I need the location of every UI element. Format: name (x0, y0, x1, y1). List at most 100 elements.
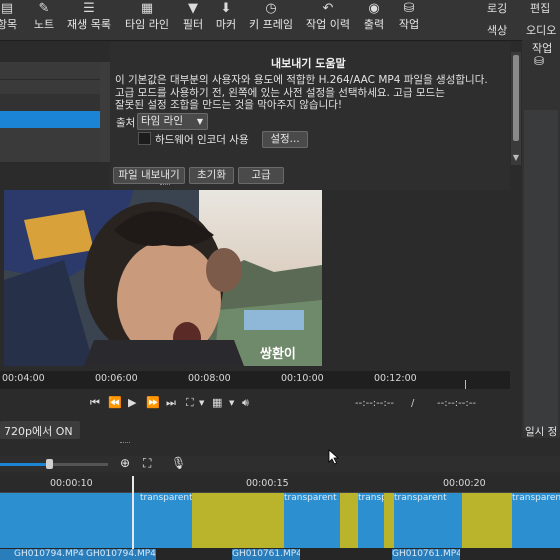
timecode-separator: / (411, 398, 415, 409)
timecode-in[interactable]: --:--:--:-- (355, 398, 394, 409)
keyframe-icon: ◷ (265, 1, 277, 16)
export-help-heading: 내보내기 도움말 (271, 57, 346, 70)
timeline-clip[interactable]: transparent (394, 493, 462, 548)
timeline-clip[interactable] (340, 493, 358, 548)
splitter-handle[interactable] (160, 184, 170, 187)
jobs-panel-preview (524, 110, 558, 430)
ruler-tick-label: 00:04:00 (2, 373, 45, 384)
reset-button[interactable]: 초기화 (189, 167, 234, 184)
mouse-cursor-icon (328, 449, 340, 465)
timeline-clip[interactable]: transparent (512, 493, 560, 548)
layout-logging-tab[interactable]: 로깅 (487, 0, 507, 16)
export-icon: ◉ (368, 1, 380, 16)
timeline-clip[interactable] (0, 493, 140, 548)
play-icon[interactable]: ▶ (128, 396, 136, 409)
grid-icon[interactable]: ▦ (212, 396, 222, 409)
preset-list-item[interactable] (0, 128, 100, 146)
transition-label: transparent (358, 493, 384, 503)
preset-list-scrollbar[interactable] (100, 62, 110, 162)
filter-icon: ▼ (188, 1, 198, 16)
ruler-tick-label: 00:08:00 (188, 373, 231, 384)
settings-button[interactable]: 설정... (262, 131, 308, 148)
status-notice: 720p에서 ON (0, 421, 80, 439)
jobs-panel: 작업 ⛁ 일시 정 (522, 40, 560, 438)
zoom-slider-track[interactable] (50, 463, 108, 466)
zoom-fit-icon[interactable]: ⛶ (143, 456, 151, 471)
source-label: 출처 (116, 117, 136, 129)
video-caption: 쌍환이 (260, 347, 296, 362)
transport-controls: ⏮ ⏪ ▶ ⏩ ⏭ ⛶ ▼ ▦ ▼ 🔊︎ (90, 396, 260, 412)
scrollbar-thumb[interactable] (513, 55, 519, 141)
toolbar-export-button[interactable]: ◉ 출력 (360, 0, 388, 40)
chevron-down-icon[interactable]: ▼ (229, 399, 234, 407)
preset-list-item[interactable] (0, 94, 100, 112)
export-file-button[interactable]: 파일 내보내기 (113, 167, 185, 184)
timeline-clip[interactable]: transparent (284, 493, 340, 548)
clip-name-tag[interactable]: GH010794.MP4 (86, 549, 156, 560)
playhead[interactable] (132, 476, 134, 560)
timeline-clip[interactable] (384, 493, 394, 548)
zoom-slider-fill (0, 463, 50, 466)
export-help-scrollbar[interactable]: ▼ (511, 52, 521, 165)
zoom-slider-handle[interactable] (46, 459, 53, 469)
clip-name-tag[interactable]: GH010761.MP4 (232, 549, 300, 560)
preset-list-item[interactable] (0, 145, 100, 163)
zoom-in-icon[interactable]: ⊕ (120, 456, 130, 470)
toolbar-jobs-button[interactable]: ⛁ 작업 (395, 0, 423, 40)
timeline-tick-label: 00:00:15 (246, 478, 289, 489)
clip-name-tag[interactable]: GH010761.MP4 (392, 549, 460, 560)
hw-encoder-label: 하드웨어 인코더 사용 (155, 134, 249, 146)
timeline-ruler[interactable]: 00:00:10 00:00:15 00:00:20 (0, 476, 560, 493)
rewind-icon[interactable]: ⏪ (108, 396, 122, 409)
zoom-fit-icon[interactable]: ⛶ (186, 396, 194, 410)
ruler-tick-label: 00:10:00 (281, 373, 324, 384)
toolbar-markers-button[interactable]: ⬇ 마커 (213, 0, 239, 40)
toolbar-filters-button[interactable]: ▼ 필터 (180, 0, 206, 40)
skip-to-start-icon[interactable]: ⏮ (90, 396, 100, 410)
layout-editing-tab[interactable]: 편집 (530, 0, 550, 16)
layout-color-tab[interactable]: 색상 (487, 22, 507, 38)
chevron-down-icon[interactable]: ▼ (199, 399, 204, 407)
transition-label: transparent (284, 493, 337, 503)
microphone-icon[interactable]: 🎙︎ (171, 456, 186, 470)
player-ruler[interactable]: 00:04:00 00:06:00 00:08:00 00:10:00 00:1… (0, 371, 510, 389)
timeline-clip[interactable] (192, 493, 284, 548)
hw-encoder-checkbox[interactable] (138, 132, 151, 145)
toolbar-timeline-button[interactable]: ▦ 타임 라인 (122, 0, 172, 40)
volume-icon[interactable]: 🔊︎ (242, 396, 249, 410)
video-preview: 쌍환이 (4, 190, 322, 366)
jobs-icon: ⛁ (403, 1, 415, 16)
layout-audio-tab[interactable]: 오디오 (526, 22, 556, 38)
scroll-down-icon[interactable]: ▼ (511, 153, 521, 162)
preset-list-item-selected[interactable] (0, 111, 100, 129)
toolbar-playlist-button[interactable]: ☰ 재생 목록 (64, 0, 114, 40)
timeline-clip[interactable]: transparent (140, 493, 192, 548)
toolbar-items-button[interactable]: ▤ 항목 (0, 0, 20, 40)
timecode-out[interactable]: --:--:--:-- (437, 398, 476, 409)
toolbar-notes-button[interactable]: ✎ 노트 (30, 0, 58, 40)
clip-name: GH010761.MP4 (392, 549, 460, 559)
skip-to-end-icon[interactable]: ⏭ (166, 396, 176, 410)
fast-forward-icon[interactable]: ⏩ (146, 396, 160, 409)
export-help-line-2: 고급 모드를 사용하기 전, 왼쪽에 있는 사전 설정을 선택하세요. 고급 모… (115, 86, 445, 99)
video-frame-image (4, 190, 322, 366)
preset-list-item[interactable] (0, 62, 100, 80)
timeline-toolbar: ⊕ ⛶ 🎙︎ (0, 456, 560, 472)
transition-label: transparent (512, 493, 560, 503)
toolbar-history-button[interactable]: ↶ 작업 이력 (303, 0, 353, 40)
ruler-tick-label: 00:12:00 (374, 373, 417, 384)
note-icon: ✎ (38, 1, 50, 16)
advanced-button[interactable]: 고급 (238, 167, 284, 184)
timeline-clip[interactable] (462, 493, 512, 548)
source-select[interactable]: 타임 라인 ▼ (137, 113, 208, 130)
jobs-panel-icon[interactable]: ⛁ (534, 54, 544, 68)
export-help-line-3: 잘못된 설정 조합을 만드는 것을 막아주지 않습니다! (115, 99, 343, 111)
splitter-handle[interactable] (120, 442, 130, 445)
timeline-clip[interactable]: transparent (358, 493, 384, 548)
timeline-tick-label: 00:00:10 (50, 478, 93, 489)
pause-label[interactable]: 일시 정 (525, 424, 557, 439)
toolbar-keyframes-button[interactable]: ◷ 키 프레임 (247, 0, 295, 40)
clip-name-tag[interactable]: GH010794.MP4 (0, 549, 86, 560)
source-select-value: 타임 라인 (141, 115, 183, 127)
marker-icon: ⬇ (220, 1, 232, 16)
